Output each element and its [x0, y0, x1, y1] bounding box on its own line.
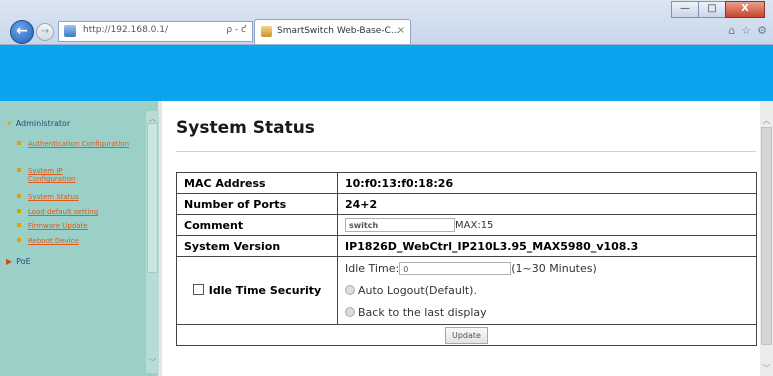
sidebar-item-authentication[interactable]: Authentication Configuration	[17, 140, 146, 148]
sidebar-item-firmware-update[interactable]: Firmware Update	[17, 222, 146, 230]
search-refresh-icon[interactable]: ρ - ƈ	[226, 25, 246, 35]
tab-title[interactable]: SmartSwitch Web-Base-C...	[277, 26, 399, 36]
address-url[interactable]: http://192.168.0.1/	[83, 25, 168, 35]
sidebar-item-label[interactable]: Firmware Update	[28, 222, 146, 230]
table-row: System Version IP1826D_WebCtrl_IP210L3.9…	[176, 235, 757, 257]
sidebar-item-system-ip[interactable]: System IP Configuration	[17, 167, 146, 183]
main-content: System Status MAC Address 10:f0:13:f0:18…	[166, 101, 760, 376]
bullet-icon	[17, 194, 21, 198]
page-icon	[64, 25, 76, 37]
idle-time-label: Idle Time:	[345, 261, 400, 275]
sidebar-item-label[interactable]: Load default setting	[28, 208, 146, 216]
bullet-icon	[17, 168, 21, 172]
app-banner	[0, 45, 773, 101]
idle-options-cell: Idle Time: 0 (1~30 Minutes) Auto Logout(De…	[337, 256, 757, 325]
table-row: Number of Ports 24+2	[176, 193, 757, 215]
idle-time-input[interactable]: 0	[399, 262, 512, 275]
table-row: MAC Address 10:f0:13:f0:18:26	[176, 172, 757, 194]
table-row: Idle Time Security Idle Time: 0 (1~30 Minu…	[176, 256, 757, 325]
sidebar-item-label[interactable]: Authentication Configuration	[28, 140, 146, 148]
idle-time-range: (1~30 Minutes)	[511, 261, 597, 275]
main-scrollbar[interactable]: ︿ ﹀	[760, 101, 773, 376]
table-row: Comment switch MAX:15	[176, 214, 757, 236]
minimize-button[interactable]: —	[671, 1, 699, 18]
system-status-table: MAC Address 10:f0:13:f0:18:26 Number of …	[176, 172, 757, 346]
close-window-button[interactable]: X	[725, 1, 765, 18]
title-divider	[176, 151, 756, 152]
mac-label: MAC Address	[176, 172, 338, 194]
bullet-icon	[17, 238, 21, 242]
scroll-down-icon[interactable]: ﹀	[760, 363, 773, 374]
version-label: System Version	[176, 235, 338, 257]
sidebar-scrollbar[interactable]: ︿ ﹀	[146, 111, 159, 373]
main-scroll-thumb[interactable]	[761, 127, 772, 345]
ports-value: 24+2	[337, 193, 757, 215]
tab-close-icon[interactable]: ×	[397, 25, 405, 36]
comment-input[interactable]: switch	[345, 218, 455, 232]
scroll-up-icon[interactable]: ︿	[760, 115, 773, 126]
version-value: IP1826D_WebCtrl_IP210L3.95_MAX5980_v108.…	[337, 235, 757, 257]
back-last-label: Back to the last display	[358, 305, 487, 319]
auto-logout-label: Auto Logout(Default).	[358, 283, 477, 297]
sidebar-item-system-status[interactable]: System Status	[17, 193, 146, 201]
idle-security-cell: Idle Time Security	[176, 256, 338, 325]
sidebar-item-load-default[interactable]: Load default setting	[17, 208, 146, 216]
window-controls: — □ X	[671, 1, 765, 18]
sidebar-item-label[interactable]: System Status	[28, 193, 146, 201]
browser-toolbar-icons: ⌂ ☆ ⚙	[728, 24, 767, 37]
update-cell: Update	[176, 324, 757, 346]
scroll-down-icon[interactable]: ﹀	[146, 357, 159, 368]
sidebar-group-label: Administrator	[15, 119, 71, 128]
address-bar[interactable]: http://192.168.0.1/ ρ - ƈ	[58, 21, 253, 42]
home-icon[interactable]: ⌂	[728, 24, 735, 37]
idle-time-line: Idle Time: 0 (1~30 Minutes)	[345, 258, 749, 280]
folder-open-icon: ✦	[6, 119, 13, 128]
browser-chrome: — □ X ← → http://192.168.0.1/ ρ - ƈ Smar…	[0, 0, 773, 45]
sidebar-scroll-thumb[interactable]	[147, 123, 158, 273]
comment-max: MAX:15	[455, 220, 494, 231]
bullet-icon	[17, 223, 21, 227]
folder-closed-icon: ▶	[6, 257, 13, 266]
sidebar-item-label[interactable]: Reboot Device	[28, 237, 146, 245]
auto-logout-radio[interactable]	[345, 284, 355, 295]
auto-logout-option[interactable]: Auto Logout(Default).	[345, 280, 749, 302]
sidebar-group-administrator[interactable]: ✦ Administrator	[6, 119, 70, 128]
back-last-radio[interactable]	[345, 306, 355, 317]
comment-cell: switch MAX:15	[337, 214, 757, 236]
ports-label: Number of Ports	[176, 193, 338, 215]
tab-favicon-icon	[261, 26, 272, 37]
sidebar-group-poe[interactable]: ▶ PoE	[6, 257, 31, 266]
page-title: System Status	[176, 118, 315, 138]
sidebar-group-label: PoE	[16, 257, 31, 266]
sidebar: ✦ Administrator Authentication Configurat…	[0, 101, 162, 376]
update-button[interactable]: Update	[445, 326, 488, 344]
mac-value: 10:f0:13:f0:18:26	[337, 172, 757, 194]
forward-arrow-icon[interactable]: →	[36, 23, 54, 41]
browser-tab[interactable]: SmartSwitch Web-Base-C... ×	[254, 19, 411, 44]
table-row: Update	[176, 324, 757, 346]
idle-security-label: Idle Time Security	[208, 284, 322, 297]
maximize-button[interactable]: □	[698, 1, 726, 18]
back-last-option[interactable]: Back to the last display	[345, 302, 749, 324]
sidebar-item-reboot-device[interactable]: Reboot Device	[17, 237, 146, 245]
bullet-icon	[17, 141, 21, 145]
sidebar-item-label[interactable]: System IP Configuration	[28, 167, 98, 183]
bullet-icon	[17, 209, 21, 213]
favorites-star-icon[interactable]: ☆	[741, 24, 751, 37]
settings-gear-icon[interactable]: ⚙	[757, 24, 767, 37]
back-arrow-icon[interactable]: ←	[10, 20, 34, 44]
comment-label: Comment	[176, 214, 338, 236]
idle-security-checkbox[interactable]	[192, 284, 204, 295]
